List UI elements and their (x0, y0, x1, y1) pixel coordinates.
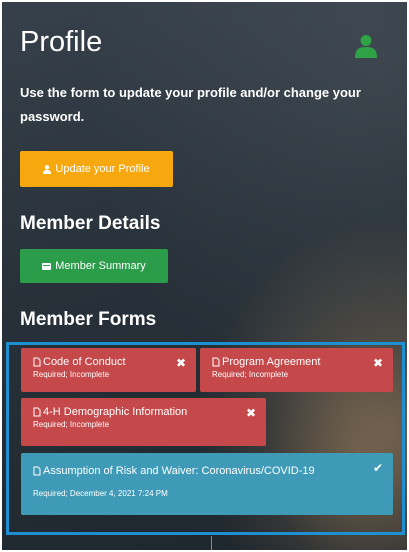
page-title: Profile (20, 26, 103, 58)
form-card-title-row: Assumption of Risk and Waiver: Coronavir… (33, 465, 385, 477)
form-card-title-row: Program Agreement (212, 356, 385, 368)
update-profile-label: Update your Profile (55, 163, 150, 175)
user-icon (355, 35, 377, 58)
incomplete-x-icon: ✖ (245, 406, 256, 420)
form-card-title-row: 4-H Demographic Information (33, 406, 258, 418)
form-card-4h-demographic-information[interactable]: 4-H Demographic Information Required; In… (21, 398, 266, 446)
form-title: Program Agreement (222, 356, 321, 368)
document-icon (33, 466, 41, 476)
form-card-program-agreement[interactable]: Program Agreement Required; Incomplete ✖ (200, 348, 393, 392)
incomplete-x-icon: ✖ (372, 356, 383, 370)
document-icon (212, 357, 220, 367)
update-profile-button[interactable]: Update your Profile (20, 151, 173, 187)
member-details-heading: Member Details (20, 213, 161, 234)
form-card-assumption-of-risk-covid19[interactable]: Assumption of Risk and Waiver: Coronavir… (21, 453, 393, 515)
member-summary-label: Member Summary (55, 260, 146, 272)
document-icon (33, 357, 41, 367)
form-title: 4-H Demographic Information (43, 406, 188, 418)
member-summary-button[interactable]: Member Summary (20, 249, 168, 283)
intro-text: Use the form to update your profile and/… (20, 85, 361, 124)
member-forms-heading: Member Forms (20, 309, 157, 330)
form-card-code-of-conduct[interactable]: Code of Conduct Required; Incomplete ✖ (21, 348, 196, 392)
form-title: Assumption of Risk and Waiver: Coronavir… (43, 465, 315, 477)
form-title: Code of Conduct (43, 356, 126, 368)
form-status: Required; Incomplete (33, 370, 110, 379)
form-status: Required; Incomplete (33, 420, 110, 429)
form-status: Required; Incomplete (212, 370, 289, 379)
card-icon (42, 262, 52, 270)
highlight-connector-line (211, 536, 212, 550)
user-icon (43, 164, 52, 174)
complete-check-icon: ✔ (372, 461, 383, 475)
form-status: Required; December 4, 2021 7:24 PM (33, 489, 168, 498)
incomplete-x-icon: ✖ (175, 356, 186, 370)
document-icon (33, 407, 41, 417)
form-card-title-row: Code of Conduct (33, 356, 188, 368)
